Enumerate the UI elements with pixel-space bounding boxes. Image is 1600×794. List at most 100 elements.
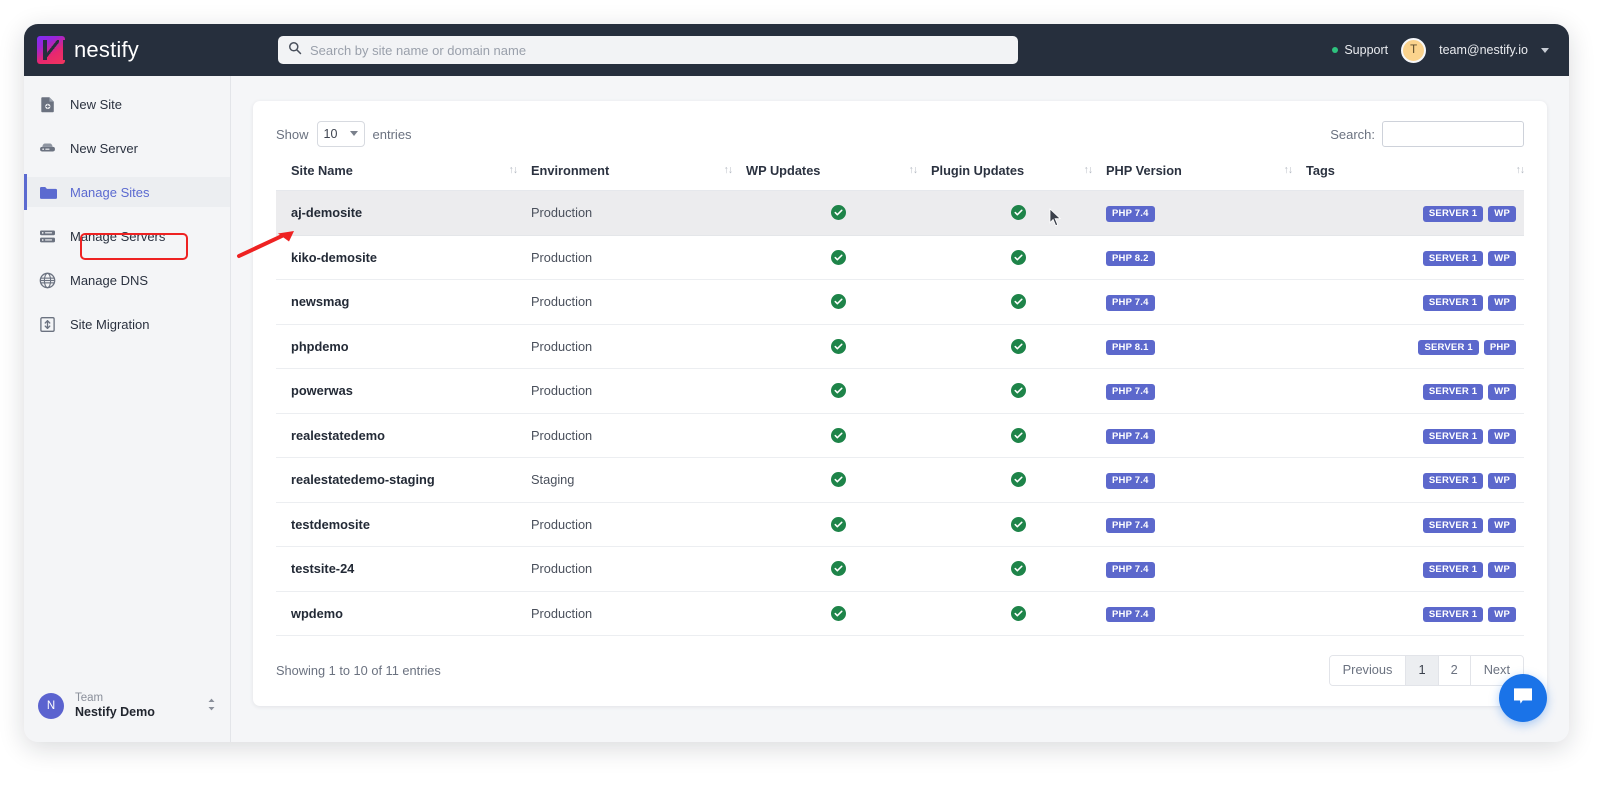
site-name-link[interactable]: kiko-demosite bbox=[291, 250, 377, 265]
tags-cell: SERVER 1 WP bbox=[1306, 502, 1524, 547]
entries-label: entries bbox=[372, 126, 412, 142]
table-row[interactable]: newsmag Production PHP 7.4 SERVER 1 WP bbox=[276, 279, 1524, 325]
sidebar-item-new-server[interactable]: New Server bbox=[24, 133, 230, 163]
tag-badge[interactable]: SERVER 1 bbox=[1418, 339, 1479, 355]
tags-cell: SERVER 1 WP bbox=[1306, 368, 1524, 414]
folder-icon bbox=[38, 183, 57, 202]
check-circle-icon bbox=[831, 561, 846, 577]
sort-updown-icon[interactable]: ↑↓ bbox=[909, 164, 918, 176]
site-name-link[interactable]: powerwas bbox=[291, 383, 353, 398]
tag-badge[interactable]: WP bbox=[1488, 250, 1516, 266]
tag-badge[interactable]: WP bbox=[1488, 295, 1516, 311]
site-name-link[interactable]: aj-demosite bbox=[291, 205, 362, 220]
brand[interactable]: nestify bbox=[24, 36, 231, 64]
column-label: WP Updates bbox=[746, 163, 821, 178]
sort-updown-icon[interactable]: ↑↓ bbox=[1084, 164, 1093, 176]
site-name-link[interactable]: phpdemo bbox=[291, 339, 349, 354]
top-bar: nestify Support T team@nestify.io bbox=[24, 24, 1569, 76]
check-circle-icon bbox=[1011, 516, 1026, 532]
column-header-site-name[interactable]: Site Name ↑↓ bbox=[276, 163, 531, 191]
tag-badge[interactable]: SERVER 1 bbox=[1422, 562, 1484, 578]
entries-select[interactable]: 10 bbox=[316, 121, 365, 147]
tag-badge[interactable]: SERVER 1 bbox=[1422, 606, 1484, 622]
sort-updown-icon[interactable]: ↑↓ bbox=[724, 164, 733, 176]
table-row[interactable]: kiko-demosite Production PHP 8.2 SERVER 1 WP bbox=[276, 235, 1524, 280]
plugin-updates-status bbox=[931, 279, 1106, 325]
wp-updates-status bbox=[746, 502, 931, 547]
table-search-input[interactable] bbox=[1382, 121, 1524, 147]
team-switcher[interactable]: N Team Nestify Demo bbox=[24, 691, 230, 742]
column-header-environment[interactable]: Environment ↑↓ bbox=[531, 163, 746, 191]
tags-cell: SERVER 1 WP bbox=[1306, 279, 1524, 325]
site-name-link[interactable]: realestatedemo-staging bbox=[291, 472, 435, 487]
tag-badge[interactable]: WP bbox=[1488, 428, 1516, 444]
chat-widget-button[interactable] bbox=[1499, 674, 1547, 722]
sidebar-item-manage-servers[interactable]: Manage Servers bbox=[24, 221, 230, 251]
table-row[interactable]: realestatedemo-staging Staging PHP 7.4 SERV… bbox=[276, 457, 1524, 503]
servers-stack-icon bbox=[38, 227, 57, 246]
site-name-link[interactable]: newsmag bbox=[291, 294, 349, 309]
table-row[interactable]: aj-demosite Production PHP 7.4 SERVER 1 WP bbox=[276, 190, 1524, 236]
plugin-updates-status bbox=[931, 324, 1106, 369]
global-search[interactable] bbox=[278, 36, 1018, 64]
tag-badge[interactable]: SERVER 1 bbox=[1422, 517, 1484, 533]
chevron-down-icon bbox=[349, 131, 358, 136]
tags-cell: SERVER 1 PHP bbox=[1306, 324, 1524, 369]
column-label: Plugin Updates bbox=[931, 163, 1025, 178]
table-row[interactable]: wpdemo Production PHP 7.4 SERVER 1 WP bbox=[276, 591, 1524, 636]
column-label: PHP Version bbox=[1106, 163, 1182, 178]
tag-badge[interactable]: SERVER 1 bbox=[1422, 250, 1484, 266]
pagination: Previous 1 2 Next bbox=[1328, 655, 1524, 686]
tag-badge[interactable]: WP bbox=[1488, 517, 1516, 533]
stepper-up-down-icon[interactable] bbox=[207, 697, 216, 714]
sort-updown-icon[interactable]: ↑↓ bbox=[1284, 164, 1293, 176]
tag-badge[interactable]: PHP bbox=[1483, 339, 1516, 355]
pagination-page-1[interactable]: 1 bbox=[1406, 656, 1439, 685]
column-header-wp-updates[interactable]: WP Updates ↑↓ bbox=[746, 163, 931, 191]
tag-badge[interactable]: WP bbox=[1488, 473, 1516, 489]
tag-badge[interactable]: SERVER 1 bbox=[1422, 295, 1484, 311]
column-label: Tags bbox=[1306, 163, 1335, 178]
table-row[interactable]: powerwas Production PHP 7.4 SERVER 1 WP bbox=[276, 368, 1524, 414]
site-name-link[interactable]: testsite-24 bbox=[291, 561, 354, 576]
table-row[interactable]: testdemosite Production PHP 7.4 SERVER 1 WP bbox=[276, 502, 1524, 547]
tag-badge[interactable]: SERVER 1 bbox=[1422, 206, 1484, 222]
globe-icon bbox=[38, 271, 57, 290]
tag-badge[interactable]: WP bbox=[1488, 606, 1516, 622]
tags-cell: SERVER 1 WP bbox=[1306, 591, 1524, 636]
sidebar-item-new-site[interactable]: New Site bbox=[24, 89, 230, 119]
tag-badge[interactable]: WP bbox=[1488, 384, 1516, 400]
support-link[interactable]: Support bbox=[1332, 43, 1388, 57]
search-input[interactable] bbox=[310, 42, 1008, 58]
column-header-plugin-updates[interactable]: Plugin Updates ↑↓ bbox=[931, 163, 1106, 191]
php-version-badge: PHP 7.4 bbox=[1106, 606, 1155, 622]
table-row[interactable]: testsite-24 Production PHP 7.4 SERVER 1 WP bbox=[276, 546, 1524, 592]
sidebar-item-manage-dns[interactable]: Manage DNS bbox=[24, 265, 230, 295]
sort-updown-icon[interactable]: ↑↓ bbox=[509, 164, 518, 176]
sidebar-item-manage-sites[interactable]: Manage Sites bbox=[24, 174, 230, 210]
plugin-updates-status bbox=[931, 413, 1106, 458]
tag-badge[interactable]: SERVER 1 bbox=[1422, 428, 1484, 444]
environment-value: Production bbox=[531, 561, 593, 577]
tag-badge[interactable]: SERVER 1 bbox=[1422, 384, 1484, 400]
tag-badge[interactable]: WP bbox=[1488, 206, 1516, 222]
sort-updown-icon[interactable]: ↑↓ bbox=[1516, 164, 1525, 176]
pagination-previous[interactable]: Previous bbox=[1329, 656, 1407, 685]
user-email[interactable]: team@nestify.io bbox=[1439, 43, 1528, 57]
sidebar-item-site-migration[interactable]: Site Migration bbox=[24, 309, 230, 339]
avatar[interactable]: T bbox=[1401, 37, 1427, 63]
site-name-link[interactable]: realestatedemo bbox=[291, 428, 385, 443]
tag-badge[interactable]: SERVER 1 bbox=[1422, 473, 1484, 489]
column-header-tags[interactable]: Tags ↑↓ bbox=[1306, 163, 1525, 191]
table-row[interactable]: phpdemo Production PHP 8.1 SERVER 1 PHP bbox=[276, 324, 1524, 369]
php-version-badge: PHP 7.4 bbox=[1106, 295, 1155, 311]
site-name-link[interactable]: wpdemo bbox=[291, 606, 343, 621]
sidebar-nav: New Site New Server Manage Sites Manage … bbox=[24, 76, 230, 353]
column-header-php-version[interactable]: PHP Version ↑↓ bbox=[1106, 163, 1306, 191]
site-name-link[interactable]: testdemosite bbox=[291, 517, 370, 532]
table-row[interactable]: realestatedemo Production PHP 7.4 SERVER 1W… bbox=[276, 413, 1524, 458]
column-label: Site Name bbox=[291, 163, 353, 178]
tag-badge[interactable]: WP bbox=[1488, 562, 1516, 578]
chevron-down-icon[interactable] bbox=[1541, 47, 1549, 53]
pagination-page-2[interactable]: 2 bbox=[1438, 656, 1471, 685]
